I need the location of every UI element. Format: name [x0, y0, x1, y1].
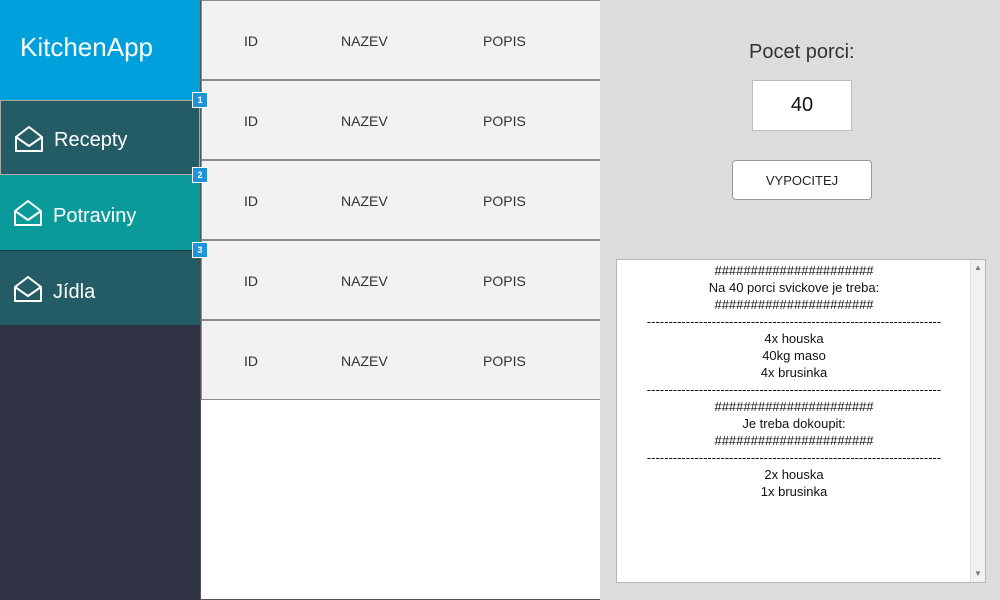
cell-popis: POPIS — [483, 273, 526, 289]
badge-3: 3 — [192, 242, 208, 258]
portion-label: Pocet porci: — [749, 41, 855, 63]
output-line: 2x houska — [764, 467, 824, 482]
sidebar-item-label: Jídla — [53, 281, 96, 303]
cell-nazev: NAZEV — [341, 113, 388, 129]
cell-popis: POPIS — [483, 33, 526, 49]
calculation-panel: Pocet porci: VYPOCITEJ #################… — [600, 0, 1000, 600]
badge-2: 2 — [192, 167, 208, 183]
sidebar-item-jidla[interactable]: Jídla — [0, 250, 200, 325]
sidebar-item-label: Potraviny — [53, 205, 137, 227]
item-list: ID NAZEV POPIS ID NAZEV POPIS ID NAZEV P… — [200, 0, 601, 600]
cell-id: ID — [244, 113, 258, 129]
output-line: ###################### — [714, 399, 874, 414]
sidebar: KitchenApp Recepty Potraviny Jídla — [0, 0, 200, 600]
calculate-button[interactable]: VYPOCITEJ — [732, 160, 872, 200]
output-line: 4x brusinka — [760, 365, 828, 380]
output-line: Na 40 porci svickove je treba: — [708, 280, 880, 295]
cell-popis: POPIS — [483, 193, 526, 209]
app-header: KitchenApp — [0, 0, 200, 100]
cell-id: ID — [244, 193, 258, 209]
output-line: ###################### — [714, 297, 874, 312]
envelope-open-icon — [14, 200, 42, 226]
sidebar-item-recepty[interactable]: Recepty — [0, 100, 200, 175]
output-line: 4x houska — [764, 331, 824, 346]
envelope-open-icon — [14, 276, 42, 302]
list-row[interactable]: ID NAZEV POPIS — [201, 240, 601, 320]
output-line: 1x brusinka — [760, 484, 828, 499]
cell-id: ID — [244, 33, 258, 49]
portion-input[interactable] — [752, 80, 852, 131]
output-line: ###################### — [714, 433, 874, 448]
sidebar-item-potraviny[interactable]: Potraviny — [0, 175, 200, 250]
list-row[interactable]: ID NAZEV POPIS — [201, 0, 601, 80]
list-row[interactable]: ID NAZEV POPIS — [201, 320, 601, 400]
sidebar-item-label: Recepty — [54, 129, 128, 151]
output-text: ###################### Na 40 porci svicko… — [617, 262, 971, 500]
cell-nazev: NAZEV — [341, 273, 388, 289]
cell-popis: POPIS — [483, 353, 526, 369]
list-row[interactable]: ID NAZEV POPIS — [201, 80, 601, 160]
scroll-up-icon[interactable]: ▲ — [973, 263, 983, 273]
output-line: 40kg maso — [762, 348, 826, 363]
cell-nazev: NAZEV — [341, 353, 388, 369]
list-row[interactable]: ID NAZEV POPIS — [201, 160, 601, 240]
app-title: KitchenApp — [20, 32, 153, 62]
output-line: Je treba dokoupit: — [742, 416, 846, 431]
envelope-open-icon — [15, 126, 43, 152]
output-textarea[interactable]: ###################### Na 40 porci svicko… — [616, 259, 986, 583]
output-line: ###################### — [714, 263, 874, 278]
cell-nazev: NAZEV — [341, 193, 388, 209]
output-line: ----------------------------------------… — [646, 382, 942, 397]
scroll-down-icon[interactable]: ▼ — [973, 569, 983, 579]
output-line: ----------------------------------------… — [646, 314, 942, 329]
output-line: ----------------------------------------… — [646, 450, 942, 465]
cell-nazev: NAZEV — [341, 33, 388, 49]
vertical-scrollbar[interactable]: ▲ ▼ — [970, 260, 985, 582]
cell-id: ID — [244, 353, 258, 369]
badge-1: 1 — [192, 92, 208, 108]
cell-id: ID — [244, 273, 258, 289]
cell-popis: POPIS — [483, 113, 526, 129]
